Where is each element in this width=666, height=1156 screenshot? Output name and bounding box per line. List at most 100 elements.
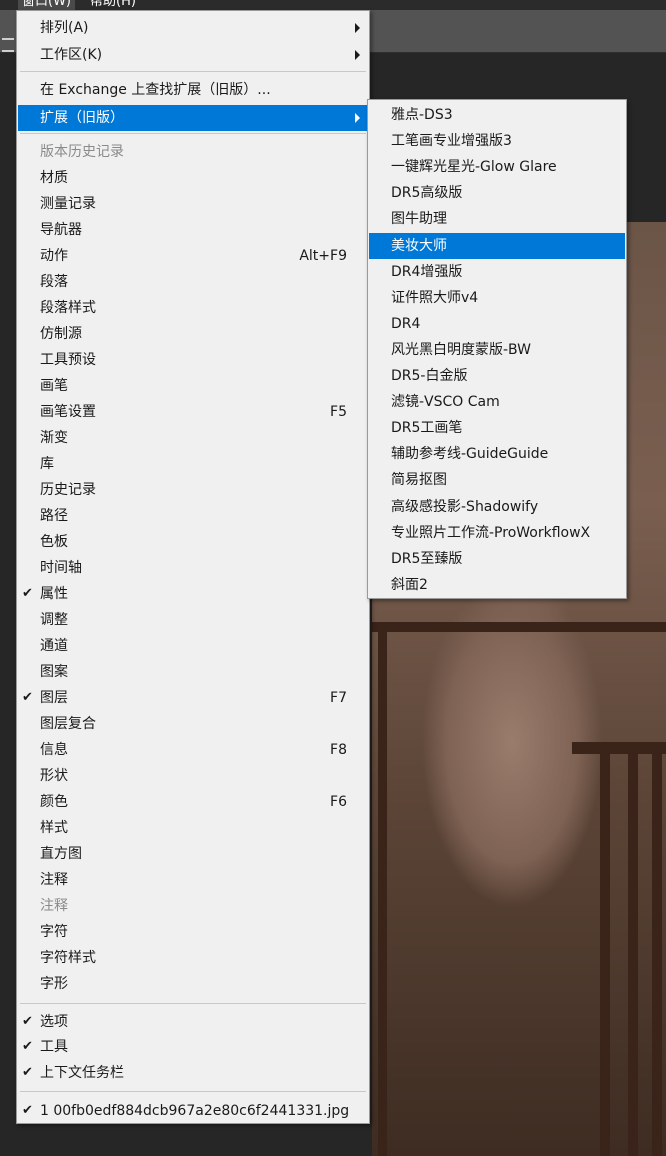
window-menu-item-label: 画笔设置: [40, 404, 96, 420]
window-menu-item-label: 图案: [40, 664, 68, 680]
window-menu-item[interactable]: ✔ 工具: [18, 1034, 368, 1060]
extension-item[interactable]: DR5至臻版: [369, 546, 625, 572]
window-menu-item[interactable]: 材质: [18, 165, 368, 191]
window-menu-item[interactable]: 仿制源: [18, 321, 368, 347]
extension-item[interactable]: 雅点-DS3: [369, 102, 625, 128]
window-menu-item-label: 测量记录: [40, 196, 96, 212]
window-menu-item[interactable]: 字符: [18, 919, 368, 945]
window-menu-item[interactable]: 画笔设置 F5: [18, 399, 368, 425]
extension-item[interactable]: DR4增强版: [369, 259, 625, 285]
window-menu-item-label: 图层: [40, 690, 68, 706]
extension-item[interactable]: DR5-白金版: [369, 363, 625, 389]
extension-item[interactable]: 一键辉光星光-Glow Glare: [369, 154, 625, 180]
extension-item[interactable]: 图牛助理: [369, 206, 625, 232]
window-menu-item[interactable]: 导航器: [18, 217, 368, 243]
window-menu-item[interactable]: ✔ 上下文任务栏: [18, 1060, 368, 1086]
window-menu-item-label: 路径: [40, 508, 68, 524]
window-menu-item-label: 段落: [40, 274, 68, 290]
extension-item-label: 一键辉光星光-Glow Glare: [391, 159, 557, 176]
window-menu-item-label: 字符: [40, 924, 68, 940]
shortcut-label: F6: [330, 794, 347, 810]
window-menu-item[interactable]: ✔ 1 00fb0edf884dcb967a2e80c6f2441331.jpg: [18, 1098, 368, 1124]
extension-item[interactable]: 证件照大师v4: [369, 285, 625, 311]
window-menu-item-label: 版本历史记录: [40, 144, 124, 160]
window-menu-item-label: 字形: [40, 976, 68, 992]
window-menu-item[interactable]: 历史记录: [18, 477, 368, 503]
window-menu-item[interactable]: 颜色 F6: [18, 789, 368, 815]
shortcut-label: F7: [330, 690, 347, 706]
extension-item-label: 简易抠图: [391, 472, 447, 489]
extension-item[interactable]: 简易抠图: [369, 467, 625, 493]
window-menu-item-label: 历史记录: [40, 482, 96, 498]
window-menu-item-label: 工具预设: [40, 352, 96, 368]
extension-item[interactable]: 美妆大师: [369, 232, 625, 259]
window-menu-item[interactable]: ✔ 图层 F7: [18, 685, 368, 711]
window-menu-item-label: 导航器: [40, 222, 82, 238]
window-menu-item-label: 在 Exchange 上查找扩展（旧版）...: [40, 82, 271, 98]
extension-item[interactable]: DR5工画笔: [369, 415, 625, 441]
window-menu-item[interactable]: 时间轴: [18, 555, 368, 581]
window-menu-item[interactable]: 字符样式: [18, 945, 368, 971]
window-menu-item[interactable]: 排列(A): [18, 15, 368, 41]
railing-post: [628, 752, 638, 1156]
window-menu-item[interactable]: 图层复合: [18, 711, 368, 737]
window-menu-item-label: 工具: [40, 1039, 68, 1055]
window-menu-item[interactable]: 工作区(K): [18, 42, 368, 68]
window-menu-item[interactable]: 色板: [18, 529, 368, 555]
menubar-help[interactable]: 帮助(H): [86, 0, 140, 10]
extension-item-label: DR5-白金版: [391, 368, 468, 384]
menu-separator: [20, 1091, 366, 1092]
extension-item-label: DR4: [391, 315, 421, 332]
window-menu-item-label: 扩展（旧版）: [40, 110, 124, 126]
extension-item[interactable]: 滤镜-VSCO Cam: [369, 389, 625, 415]
extension-item[interactable]: 高级感投影-Shadowify: [369, 494, 625, 520]
window-menu-item[interactable]: 直方图: [18, 841, 368, 867]
window-menu-item[interactable]: 扩展（旧版）: [18, 105, 368, 131]
menubar-window[interactable]: 窗口(W): [18, 0, 75, 10]
window-menu-item-label: 渐变: [40, 430, 68, 446]
extension-item[interactable]: 工笔画专业增强版3: [369, 128, 625, 154]
window-menu-item[interactable]: 库: [18, 451, 368, 477]
window-menu-item[interactable]: 画笔: [18, 373, 368, 399]
window-menu-item-label: 动作: [40, 248, 68, 264]
window-menu-item-label: 调整: [40, 612, 68, 628]
window-menu-item[interactable]: 渐变: [18, 425, 368, 451]
extension-item[interactable]: DR4: [369, 311, 625, 337]
railing-post: [600, 752, 610, 1156]
window-menu-item[interactable]: ✔ 选项: [18, 1009, 368, 1035]
extension-item-label: 辅助参考线-GuideGuide: [391, 446, 549, 463]
window-menu-item[interactable]: 路径: [18, 503, 368, 529]
window-menu-item-label: 工作区(K): [40, 47, 103, 63]
checkmark-icon: ✔: [22, 1039, 33, 1054]
window-menu-item[interactable]: 样式: [18, 815, 368, 841]
window-menu-item[interactable]: 动作 Alt+F9: [18, 243, 368, 269]
extension-item[interactable]: 专业照片工作流-ProWorkflowX: [369, 520, 625, 546]
checkmark-icon: ✔: [22, 1065, 33, 1080]
window-menu-item[interactable]: 形状: [18, 763, 368, 789]
window-menu-item[interactable]: ✔ 属性: [18, 581, 368, 607]
extension-item[interactable]: 辅助参考线-GuideGuide: [369, 441, 625, 467]
extension-item[interactable]: DR5高级版: [369, 180, 625, 206]
extension-item[interactable]: 斜面2: [369, 572, 625, 598]
window-menu-item[interactable]: 段落样式: [18, 295, 368, 321]
extension-item-label: DR4增强版: [391, 263, 463, 280]
extension-item-label: 工笔画专业增强版3: [391, 133, 512, 150]
extension-item-label: 美妆大师: [391, 237, 447, 254]
window-menu-item[interactable]: 通道: [18, 633, 368, 659]
window-menu-item[interactable]: 字形: [18, 971, 368, 997]
window-menu-item[interactable]: 注释: [18, 867, 368, 893]
window-menu-item[interactable]: 图案: [18, 659, 368, 685]
window-menu-item[interactable]: 信息 F8: [18, 737, 368, 763]
window-menu-item[interactable]: 在 Exchange 上查找扩展（旧版）...: [18, 77, 368, 103]
extension-item-label: 风光黑白明度蒙版-BW: [391, 341, 531, 358]
window-menu-item[interactable]: 调整: [18, 607, 368, 633]
window-menu-item-label: 颜色: [40, 794, 68, 810]
railing-post: [378, 632, 387, 1156]
railing-post: [652, 752, 662, 1156]
window-menu-item[interactable]: 测量记录: [18, 191, 368, 217]
tool-preset-icon[interactable]: [2, 38, 14, 52]
window-menu-item[interactable]: 段落: [18, 269, 368, 295]
extension-item[interactable]: 风光黑白明度蒙版-BW: [369, 337, 625, 363]
window-menu-item-label: 仿制源: [40, 326, 82, 342]
window-menu-item[interactable]: 工具预设: [18, 347, 368, 373]
